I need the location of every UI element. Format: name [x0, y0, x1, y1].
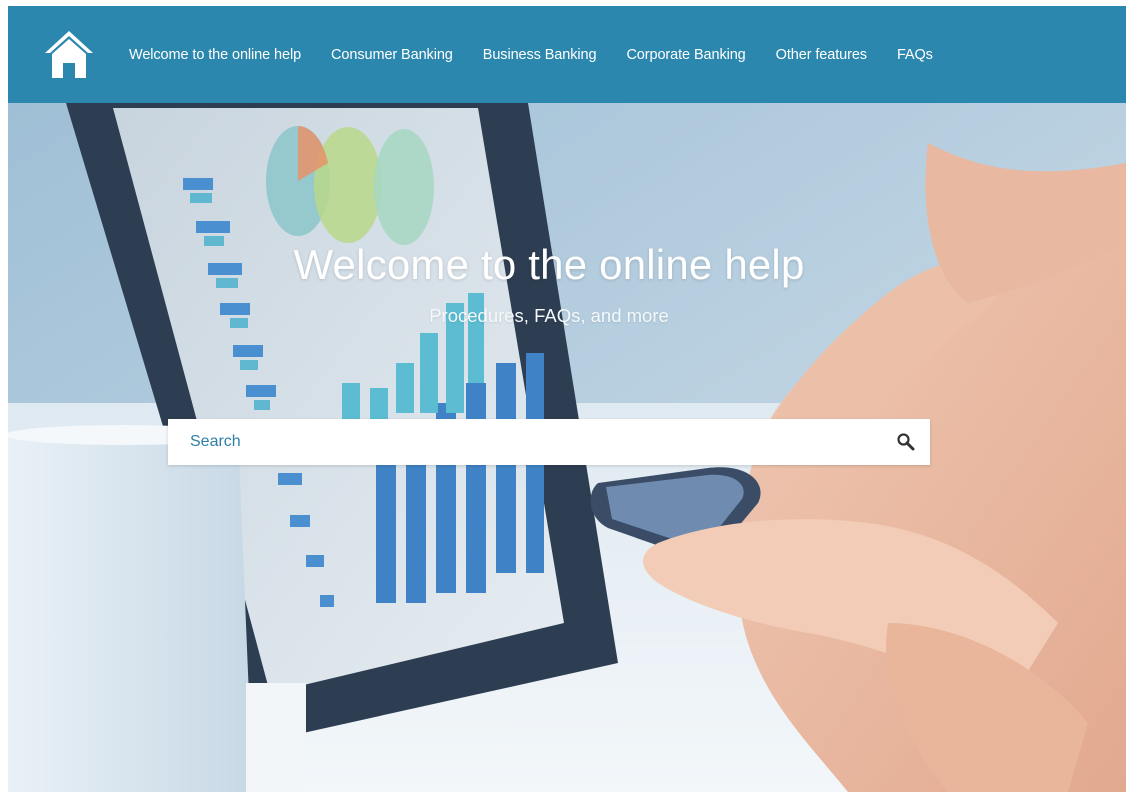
nav-item-business-banking[interactable]: Business Banking [483, 47, 597, 63]
hero-banner: Welcome to the online help Procedures, F… [8, 103, 1126, 792]
magnifier-icon[interactable] [896, 432, 916, 452]
hero-title: Welcome to the online help [293, 241, 805, 288]
nav-item-other-features[interactable]: Other features [776, 47, 867, 63]
page-frame: Welcome to the online help Consumer Bank… [8, 6, 1126, 792]
nav-item-consumer-banking[interactable]: Consumer Banking [331, 47, 453, 63]
nav-item-corporate-banking[interactable]: Corporate Banking [626, 47, 745, 63]
top-navigation: Welcome to the online help Consumer Bank… [8, 6, 1126, 103]
nav-item-faqs[interactable]: FAQs [897, 47, 933, 63]
nav-menu: Welcome to the online help Consumer Bank… [114, 6, 948, 103]
nav-item-welcome[interactable]: Welcome to the online help [129, 47, 301, 63]
search-input[interactable] [168, 419, 878, 465]
house-icon[interactable] [42, 28, 96, 80]
hero-subtitle: Procedures, FAQs, and more [429, 305, 669, 326]
search-bar [168, 419, 930, 465]
